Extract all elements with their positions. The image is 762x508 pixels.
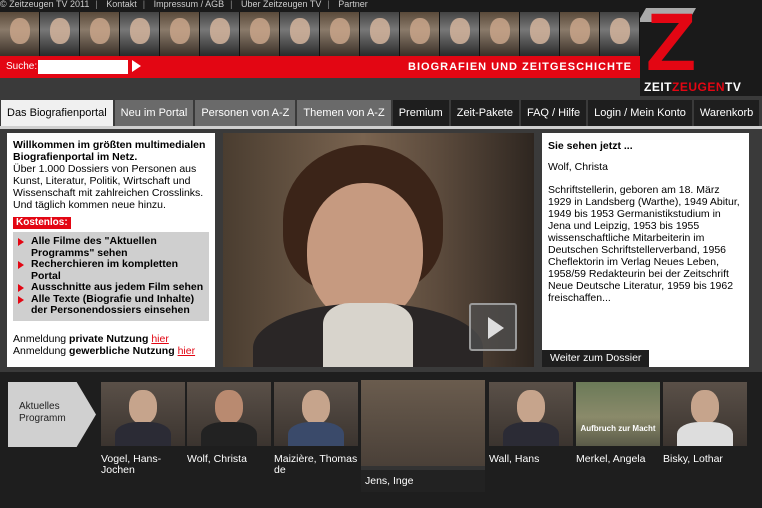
tab-biografienportal[interactable]: Das Biografienportal [1,100,113,126]
feature-item: Alle Filme des "Aktuellen Programms" seh… [15,235,205,259]
tab-neu-im-portal[interactable]: Neu im Portal [114,100,194,126]
portrait-image [480,12,520,56]
program-card-thumbnail[interactable] [274,382,358,446]
program-card-thumbnail[interactable] [663,382,747,446]
intro-panel: Willkommen im größten multimedialen Biog… [7,133,215,367]
logo-wordmark: ZEITZEUGENTV [644,80,742,94]
portrait-image [400,12,440,56]
program-card-thumbnail[interactable] [187,382,271,446]
program-card-thumbnail[interactable] [101,382,185,446]
program-card-thumbnail[interactable] [489,382,573,446]
search-submit-arrow-icon[interactable] [132,60,141,72]
now-showing-bio: Schriftstellerin, geboren am 18. März 19… [548,184,740,304]
tagline: BIOGRAFIEN UND ZEITGESCHICHTE [408,61,632,73]
portrait-image [440,12,480,56]
link-impressum[interactable]: Impressum / AGB [154,0,225,9]
search-input[interactable] [38,60,128,74]
tab-zeit-pakete[interactable]: Zeit-Pakete [450,100,519,126]
program-card-featured[interactable]: Jens, Inge [361,380,485,492]
logo-letter: Z [646,0,697,88]
now-showing-name: Wolf, Christa [548,161,608,173]
portrait-image [80,12,120,56]
portrait-image [0,12,40,56]
copyright-text: © Zeitzeugen TV 2011 [0,0,90,9]
tab-themen-a-z[interactable]: Themen von A-Z [297,100,391,126]
program-card-name[interactable]: Wolf, Christa [187,454,273,465]
program-card-name[interactable]: Wall, Hans [489,454,575,465]
main-nav: Das Biografienportal Neu im Portal Perso… [0,100,762,126]
feature-item: Alle Texte (Biografie und Inhalte) der P… [15,293,205,317]
intro-text: Über 1.000 Dossiers von Personen aus Kun… [13,163,204,211]
program-card-name[interactable]: Maizière, Thomas de [274,454,360,476]
login-private-link[interactable]: hier [151,333,169,345]
portrait-image [240,12,280,56]
link-about[interactable]: Über Zeitzeugen TV [241,0,321,9]
search-bar: Suche: BIOGRAFIEN UND ZEITGESCHICHTE [0,56,640,78]
tab-warenkorb[interactable]: Warenkorb [693,100,760,126]
tab-premium[interactable]: Premium [392,100,449,126]
feature-item: Ausschnitte aus jedem Film sehen [15,281,205,294]
program-card-name[interactable]: Jens, Inge [361,470,485,492]
tab-personen-a-z[interactable]: Personen von A-Z [195,100,296,126]
play-icon[interactable] [469,303,517,351]
portrait-image [600,12,640,56]
site-logo[interactable]: Z ZEITZEUGENTV [640,0,762,96]
search-label: Suche: [6,61,38,72]
video-still [307,183,423,323]
thumbnail-caption: Aufbruch zur Macht [580,424,656,433]
portrait-image [520,12,560,56]
nav-divider [0,126,762,129]
program-card-name[interactable]: Vogel, Hans-Jochen [101,454,187,476]
dossier-button[interactable]: Weiter zum Dossier [542,350,650,367]
program-card-name[interactable]: Merkel, Angela [576,454,662,465]
program-card-name[interactable]: Bisky, Lothar [663,454,749,465]
portrait-image [160,12,200,56]
portrait-image [560,12,600,56]
link-kontakt[interactable]: Kontakt [106,0,137,9]
portrait-image [360,12,400,56]
now-showing-heading: Sie sehen jetzt ... [548,140,633,152]
link-partner[interactable]: Partner [338,0,368,9]
program-strip: Aktuelles Programm Vogel, Hans-Jochen Wo… [0,372,762,508]
portrait-image [120,12,160,56]
portrait-strip [0,12,640,56]
free-features-list: Alle Filme des "Aktuellen Programms" seh… [13,232,209,321]
now-showing-panel: Sie sehen jetzt ... Wolf, Christa Schrif… [542,133,749,367]
login-private-line: Anmeldung private Nutzung hier [13,332,169,345]
portrait-image [200,12,240,56]
program-card-thumbnail[interactable]: Aufbruch zur Macht [576,382,660,446]
portrait-image [280,12,320,56]
tab-login[interactable]: Login / Mein Konto [588,100,692,126]
free-badge: Kostenlos: [13,217,71,229]
tab-faq-hilfe[interactable]: FAQ / Hilfe [520,100,587,126]
portrait-image [320,12,360,56]
video-player[interactable] [223,133,534,367]
login-business-link[interactable]: hier [178,345,196,357]
portrait-image [40,12,80,56]
feature-item: Recherchieren im kompletten Portal [15,258,205,282]
program-label: Aktuelles Programm [8,382,96,447]
login-business-line: Anmeldung gewerbliche Nutzung hier [13,344,196,357]
intro-heading: Willkommen im größten multimedialen Biog… [13,139,206,163]
